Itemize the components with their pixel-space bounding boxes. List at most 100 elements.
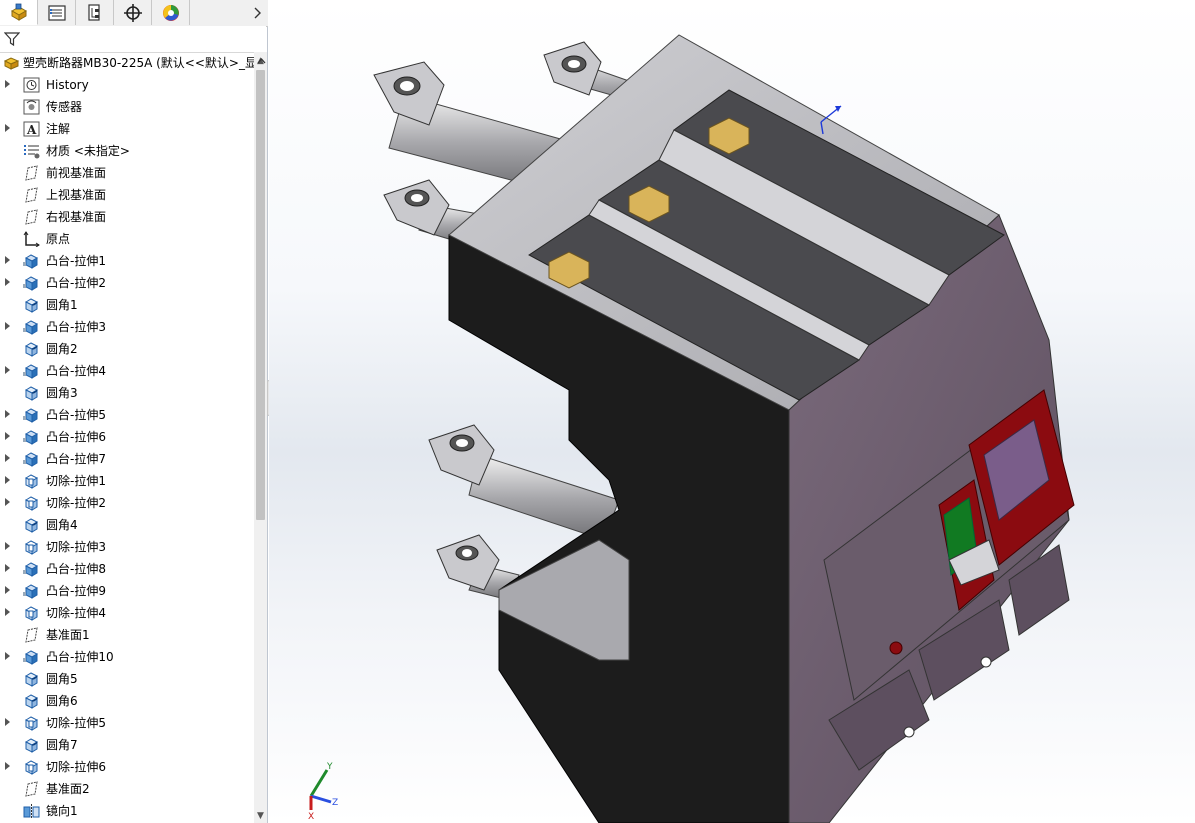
tree-item[interactable]: 凸台-拉伸9: [0, 580, 254, 602]
tree-item-label: 圆角2: [46, 342, 78, 356]
tree-item[interactable]: 镜向1: [0, 800, 254, 822]
boss-extrude-icon: [23, 583, 40, 599]
tree-item[interactable]: 凸台-拉伸10: [0, 646, 254, 668]
tab-property-manager[interactable]: [38, 0, 76, 25]
expand-arrow-icon[interactable]: [5, 366, 10, 374]
tree-root-part[interactable]: 塑壳断路器MB30-225A (默认<<默认>_显: [0, 52, 254, 74]
tree-item[interactable]: 圆角1: [0, 294, 254, 316]
fillet-icon: [23, 693, 40, 709]
expand-arrow-icon[interactable]: [5, 542, 10, 550]
tree-scrollbar[interactable]: ▲ ▼: [254, 52, 267, 823]
tree-item[interactable]: A 注解: [0, 118, 254, 140]
breaker-model[interactable]: [269, 0, 1195, 823]
tree-item[interactable]: 凸台-拉伸5: [0, 404, 254, 426]
tree-item[interactable]: 圆角6: [0, 690, 254, 712]
tree-item[interactable]: 圆角7: [0, 734, 254, 756]
display-manager-icon: [162, 4, 179, 21]
expand-arrow-icon[interactable]: [5, 564, 10, 572]
expand-arrow-icon[interactable]: [5, 586, 10, 594]
expand-arrow-icon[interactable]: [5, 410, 10, 418]
tree-item-label: 材质 <未指定>: [46, 144, 130, 158]
tree-item-label: 切除-拉伸6: [46, 760, 106, 774]
boss-extrude-icon: [23, 429, 40, 445]
expand-arrow-icon[interactable]: [5, 278, 10, 286]
tree-item[interactable]: 凸台-拉伸8: [0, 558, 254, 580]
orientation-triad: Y Z X: [308, 762, 338, 820]
plane-icon: [23, 209, 40, 225]
graphics-viewport[interactable]: Y Z X: [269, 0, 1195, 823]
tree-item-label: 原点: [46, 232, 71, 246]
fillet-icon: [23, 385, 40, 401]
tree-item-label: 凸台-拉伸8: [46, 562, 106, 576]
tree-item[interactable]: 切除-拉伸6: [0, 756, 254, 778]
expand-arrow-icon[interactable]: [5, 718, 10, 726]
expand-arrow-icon[interactable]: [5, 762, 10, 770]
plane-icon: [23, 165, 40, 181]
cut-extrude-icon: [23, 539, 40, 555]
tree-item[interactable]: 切除-拉伸1: [0, 470, 254, 492]
tree-item-label: 切除-拉伸1: [46, 474, 106, 488]
tree-item[interactable]: History: [0, 74, 254, 96]
tree-item-label: 切除-拉伸2: [46, 496, 106, 510]
expand-arrow-icon[interactable]: [5, 498, 10, 506]
mirror-icon: [23, 803, 40, 819]
feature-manager-panel: 塑壳断路器MB30-225A (默认<<默认>_显 History 传感器 A 注解材质…: [0, 0, 268, 823]
scroll-down-arrow[interactable]: ▼: [256, 811, 265, 821]
chevron-up-icon[interactable]: [257, 57, 266, 68]
triad-y-label: Y: [326, 762, 333, 772]
expand-arrow-icon[interactable]: [5, 454, 10, 462]
tree-item[interactable]: 凸台-拉伸4: [0, 360, 254, 382]
tree-item[interactable]: 凸台-拉伸2: [0, 272, 254, 294]
tree-item[interactable]: 凸台-拉伸6: [0, 426, 254, 448]
chevron-right-icon: [254, 7, 261, 19]
tree-item-label: 切除-拉伸3: [46, 540, 106, 554]
expand-arrow-icon[interactable]: [5, 608, 10, 616]
tab-overflow-chevron[interactable]: [250, 3, 266, 23]
plane-icon: [23, 781, 40, 797]
tab-feature-manager[interactable]: [0, 0, 38, 25]
tree-item[interactable]: 切除-拉伸5: [0, 712, 254, 734]
tree-item[interactable]: 基准面1: [0, 624, 254, 646]
tree-item[interactable]: 凸台-拉伸3: [0, 316, 254, 338]
tab-dimxpert-manager[interactable]: [114, 0, 152, 25]
tree-item[interactable]: 传感器: [0, 96, 254, 118]
tree-item[interactable]: 前视基准面: [0, 162, 254, 184]
tree-item[interactable]: 右视基准面: [0, 206, 254, 228]
tree-item[interactable]: 切除-拉伸2: [0, 492, 254, 514]
tree-item[interactable]: 圆角3: [0, 382, 254, 404]
filter-icon[interactable]: [4, 31, 20, 47]
tree-item[interactable]: 切除-拉伸4: [0, 602, 254, 624]
tree-item[interactable]: 圆角2: [0, 338, 254, 360]
expand-arrow-icon[interactable]: [5, 256, 10, 264]
tree-item[interactable]: 切除-拉伸3: [0, 536, 254, 558]
tree-item[interactable]: 上视基准面: [0, 184, 254, 206]
tree-item[interactable]: 圆角5: [0, 668, 254, 690]
expand-arrow-icon[interactable]: [5, 322, 10, 330]
tree-item[interactable]: 凸台-拉伸1: [0, 250, 254, 272]
feature-manager-icon: [10, 3, 27, 21]
tree-item-label: 圆角7: [46, 738, 78, 752]
cut-extrude-icon: [23, 473, 40, 489]
cut-extrude-icon: [23, 605, 40, 621]
tree-item[interactable]: 基准面2: [0, 778, 254, 800]
plane-icon: [23, 627, 40, 643]
tree-item[interactable]: 原点: [0, 228, 254, 250]
tab-display-manager[interactable]: [152, 0, 190, 25]
tree-item[interactable]: 凸台-拉伸7: [0, 448, 254, 470]
tree-filter-bar[interactable]: [0, 26, 266, 53]
expand-arrow-icon[interactable]: [5, 652, 10, 660]
boss-extrude-icon: [23, 363, 40, 379]
scroll-thumb[interactable]: [256, 70, 265, 520]
fillet-icon: [23, 297, 40, 313]
tree-item-label: 圆角3: [46, 386, 78, 400]
tab-configuration-manager[interactable]: [76, 0, 114, 25]
tree-item[interactable]: 圆角4: [0, 514, 254, 536]
tree-item-label: 上视基准面: [46, 188, 107, 202]
expand-arrow-icon[interactable]: [5, 476, 10, 484]
annotation-icon: A: [23, 121, 40, 137]
expand-arrow-icon[interactable]: [5, 80, 10, 88]
expand-arrow-icon[interactable]: [5, 432, 10, 440]
tree-item-label: 基准面1: [46, 628, 90, 642]
expand-arrow-icon[interactable]: [5, 124, 10, 132]
tree-item[interactable]: 材质 <未指定>: [0, 140, 254, 162]
